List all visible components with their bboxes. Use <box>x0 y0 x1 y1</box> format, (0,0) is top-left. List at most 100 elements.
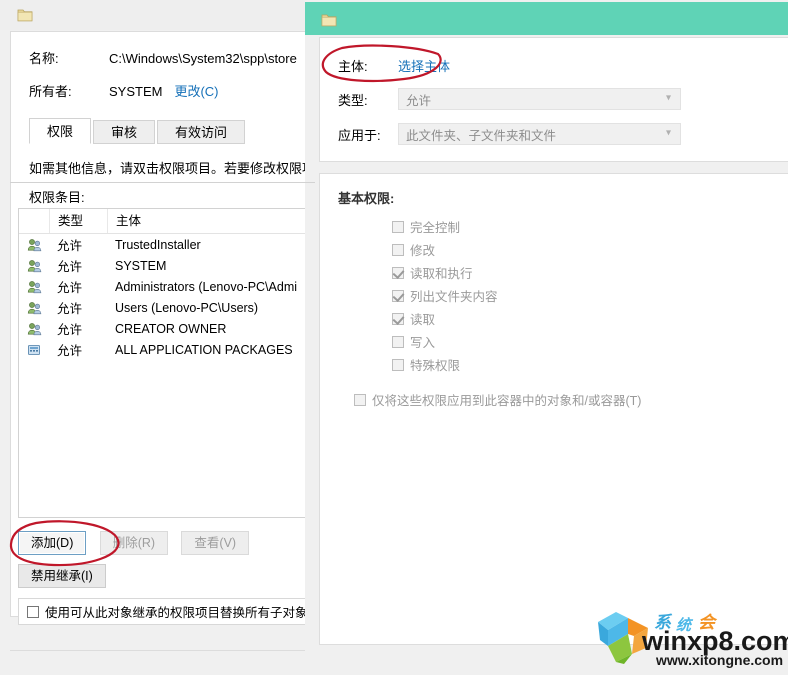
permission-checkbox[interactable] <box>392 289 404 302</box>
owner-value: SYSTEM <box>109 84 163 99</box>
name-label: 名称: <box>29 51 59 66</box>
row-type: 允许 <box>57 239 83 253</box>
permission-checkbox[interactable] <box>392 335 404 348</box>
type-label: 类型: <box>338 92 368 108</box>
apply-to-container-only-label: 仅将这些权限应用到此容器中的对象和/或容器(T) <box>372 394 642 408</box>
folder-icon <box>320 11 338 29</box>
name-value: C:\Windows\System32\spp\store <box>109 51 297 66</box>
right-window-titlebar <box>305 2 788 35</box>
row-subject: ALL APPLICATION PACKAGES <box>115 342 293 357</box>
replace-child-permissions-label: 使用可从此对象继承的权限项目替换所有子对象 <box>45 606 308 620</box>
name-row: 名称: C:\Windows\System32\spp\store <box>29 48 315 67</box>
advanced-security-settings-window: 名称: C:\Windows\System32\spp\store 所有者: S… <box>0 0 320 675</box>
users-icon <box>19 280 49 294</box>
apply-to-container-only-checkbox[interactable] <box>354 393 366 406</box>
permission-entries-table[interactable]: 类型 主体 允许 TrustedInstaller 允许 SYSTEM 允许 A… <box>18 208 318 518</box>
tab-bar: 权限 审核 有效访问 <box>29 118 315 144</box>
table-row[interactable]: 允许 ALL APPLICATION PACKAGES <box>19 339 318 360</box>
permission-checkbox[interactable] <box>392 220 404 233</box>
left-window-titlebar <box>0 0 320 30</box>
users-icon <box>19 301 49 315</box>
permission-special[interactable]: 特殊权限 <box>392 355 788 374</box>
row-subject: Users (Lenovo-PC\Users) <box>115 300 259 315</box>
permission-checkbox[interactable] <box>392 358 404 371</box>
row-subject: TrustedInstaller <box>115 237 201 252</box>
permission-modify[interactable]: 修改 <box>392 240 788 259</box>
select-subject-link[interactable]: 选择主体 <box>398 56 450 75</box>
tab-effective-access[interactable]: 有效访问 <box>157 120 246 144</box>
row-type: 允许 <box>57 323 83 337</box>
view-button[interactable]: 查看(V) <box>181 531 250 555</box>
table-row[interactable]: 允许 TrustedInstaller <box>19 234 318 255</box>
applies-to-value: 此文件夹、子文件夹和文件 <box>406 128 557 143</box>
tab-audit[interactable]: 审核 <box>93 120 156 144</box>
basic-permissions-label: 基本权限: <box>338 191 395 206</box>
hint-text: 如需其他信息，请双击权限项目。若要修改权限项 <box>29 161 315 176</box>
permission-read-execute[interactable]: 读取和执行 <box>392 263 788 282</box>
hexagon-star-logo <box>598 612 648 664</box>
permission-label: 写入 <box>410 336 436 350</box>
permission-checkbox[interactable] <box>392 266 404 279</box>
type-dropdown[interactable]: 允许 ▾ <box>398 88 681 110</box>
table-row[interactable]: 允许 CREATOR OWNER <box>19 318 318 339</box>
type-value: 允许 <box>406 93 432 108</box>
replace-child-permissions-checkbox[interactable] <box>27 605 39 618</box>
applies-to-dropdown[interactable]: 此文件夹、子文件夹和文件 ▾ <box>398 123 681 145</box>
applies-to-label: 应用于: <box>338 127 381 143</box>
row-type: 允许 <box>57 281 83 295</box>
subject-row: 主体: 选择主体 <box>338 56 788 75</box>
permission-action-buttons: 添加(D) 删除(R) 查看(V) 禁用继承(I) <box>18 531 259 588</box>
permission-read[interactable]: 读取 <box>392 309 788 328</box>
permission-label: 完全控制 <box>410 221 461 235</box>
table-row[interactable]: 允许 SYSTEM <box>19 255 318 276</box>
permission-label: 读取和执行 <box>410 267 473 281</box>
permission-checkbox[interactable] <box>392 243 404 256</box>
table-header: 类型 主体 <box>19 209 318 234</box>
owner-row: 所有者: SYSTEM 更改(C) <box>29 81 315 100</box>
left-window-footer <box>10 650 315 675</box>
row-subject: SYSTEM <box>115 258 167 273</box>
permission-label: 修改 <box>410 244 436 258</box>
row-subject: CREATOR OWNER <box>115 321 227 336</box>
basic-permissions-panel: 基本权限: 完全控制 修改 读取和执行 列出文件夹内容 读取 写入 特殊权限 仅… <box>319 173 788 645</box>
add-button[interactable]: 添加(D) <box>18 531 87 555</box>
permission-entry-window: 主体: 选择主体 类型: 允许 ▾ 应用于: 此文件夹、子文件夹和文件 ▾ 基本… <box>305 0 788 675</box>
permission-entry-fields-panel: 主体: 选择主体 类型: 允许 ▾ 应用于: 此文件夹、子文件夹和文件 ▾ <box>319 37 788 162</box>
permission-full-control[interactable]: 完全控制 <box>392 217 788 236</box>
table-row[interactable]: 允许 Users (Lenovo-PC\Users) <box>19 297 318 318</box>
button-row-primary: 添加(D) 删除(R) 查看(V) <box>18 531 259 555</box>
users-icon <box>19 322 49 336</box>
permission-checkbox[interactable] <box>392 312 404 325</box>
tab-permissions[interactable]: 权限 <box>29 118 92 144</box>
fields-container: 主体: 选择主体 类型: 允许 ▾ 应用于: 此文件夹、子文件夹和文件 ▾ <box>320 38 788 145</box>
row-subject: Administrators (Lenovo-PC\Admi <box>115 279 298 294</box>
type-row: 类型: 允许 ▾ <box>338 88 788 110</box>
apply-to-container-only-row[interactable]: 仅将这些权限应用到此容器中的对象和/或容器(T) <box>354 390 788 409</box>
remove-button[interactable]: 删除(R) <box>99 531 169 555</box>
permission-label: 列出文件夹内容 <box>410 290 498 304</box>
row-type: 允许 <box>57 344 83 358</box>
subject-label: 主体: <box>338 59 368 74</box>
users-icon <box>19 259 49 273</box>
users-icon <box>19 238 49 252</box>
replace-child-permissions-row[interactable]: 使用可从此对象继承的权限项目替换所有子对象 <box>18 598 318 625</box>
chevron-down-icon: ▾ <box>665 92 671 104</box>
folder-icon <box>16 6 34 24</box>
permission-entries-label: 权限条目: <box>29 190 85 205</box>
chevron-down-icon: ▾ <box>665 127 671 139</box>
permission-label: 读取 <box>410 313 436 327</box>
app-packages-icon <box>19 343 49 357</box>
site-watermark: 系 统 会 winxp8.com www.xitongne.com <box>590 608 788 672</box>
button-row-secondary: 禁用继承(I) <box>18 564 259 588</box>
column-header-type[interactable]: 类型 <box>49 209 107 233</box>
disable-inheritance-button[interactable]: 禁用继承(I) <box>18 564 106 588</box>
watermark-url: www.xitongne.com <box>655 652 783 668</box>
row-type: 允许 <box>57 302 83 316</box>
object-info: 名称: C:\Windows\System32\spp\store 所有者: S… <box>11 32 315 118</box>
permission-write[interactable]: 写入 <box>392 332 788 351</box>
permission-label: 特殊权限 <box>410 359 461 373</box>
table-row[interactable]: 允许 Administrators (Lenovo-PC\Admi <box>19 276 318 297</box>
change-owner-link[interactable]: 更改(C) <box>174 81 218 100</box>
column-header-subject[interactable]: 主体 <box>107 209 318 233</box>
permission-list-folder-contents[interactable]: 列出文件夹内容 <box>392 286 788 305</box>
